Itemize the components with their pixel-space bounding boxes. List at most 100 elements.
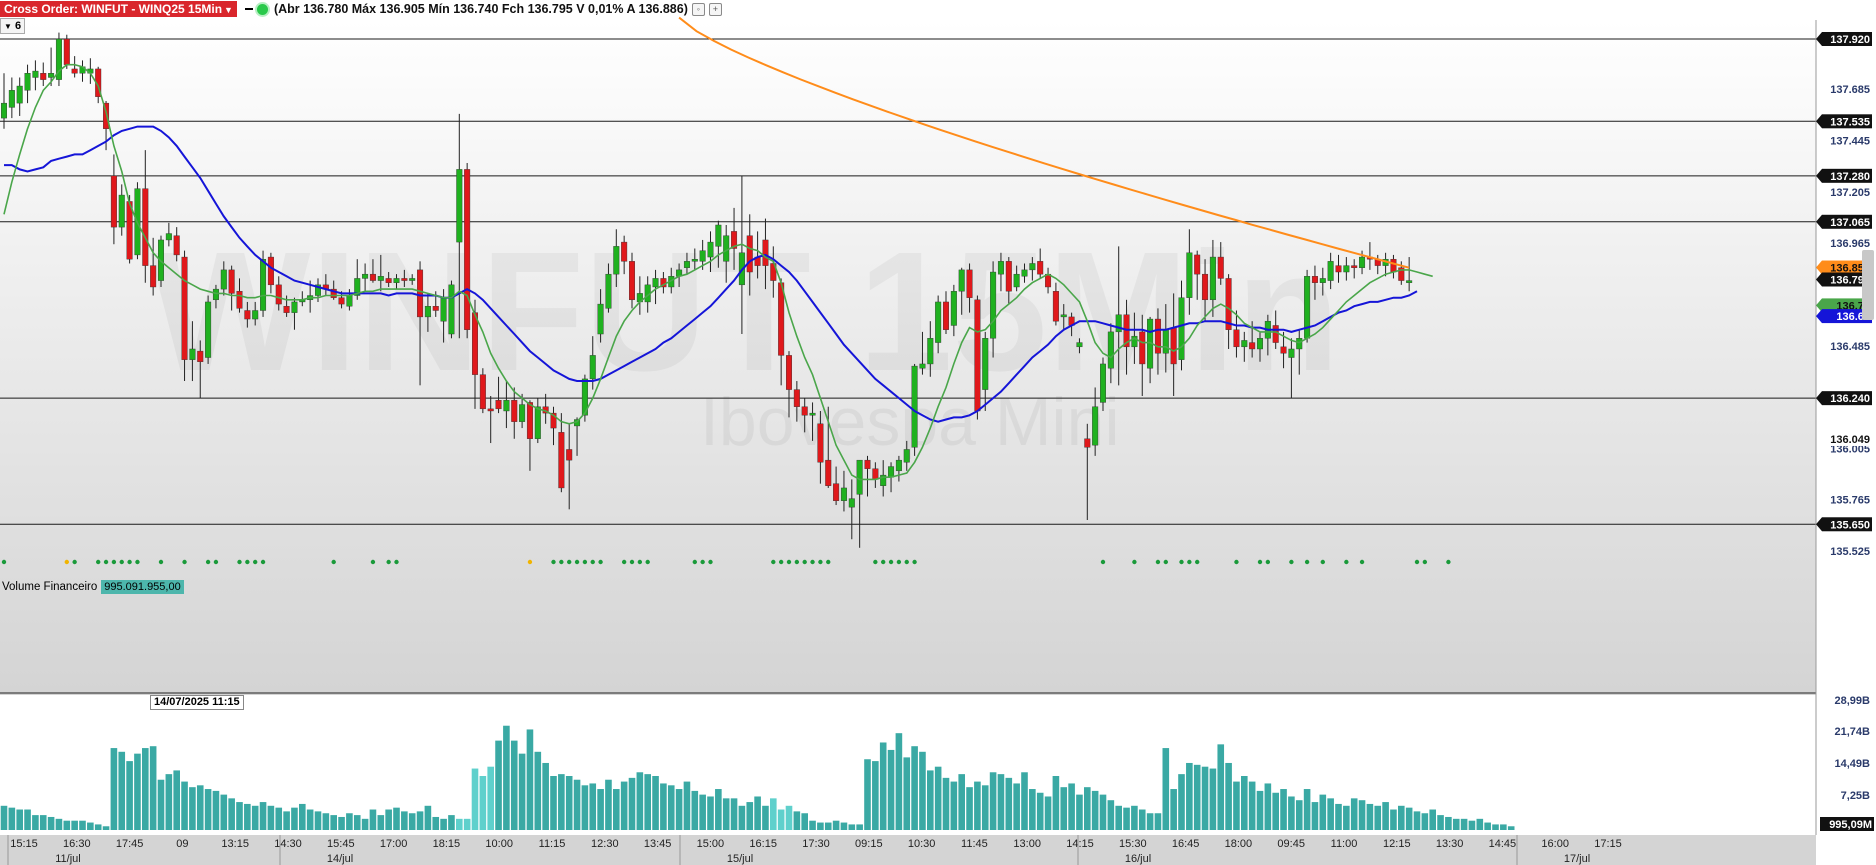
volume-bar <box>361 818 369 830</box>
price-badge: 137.920 <box>1816 32 1872 46</box>
volume-bar <box>1044 796 1052 830</box>
price-tick-label: 137.445 <box>1830 136 1870 148</box>
candle-up <box>589 355 596 380</box>
volume-bar <box>1303 789 1311 830</box>
volume-bar <box>8 807 16 830</box>
volume-bar <box>251 805 259 830</box>
candle-up <box>393 278 400 283</box>
candle-up <box>1256 338 1263 350</box>
volume-bar <box>1358 800 1366 830</box>
signal-dot <box>370 559 376 565</box>
volume-bar <box>87 822 94 830</box>
volume-bar <box>801 813 808 830</box>
time-label: 12:30 <box>591 838 619 850</box>
signal-dot <box>888 559 894 565</box>
volume-bar <box>32 815 39 830</box>
volume-bar <box>1280 789 1287 830</box>
signal-dot <box>1422 559 1428 565</box>
signal-dot <box>590 559 595 565</box>
candle-down <box>786 355 793 390</box>
candle-down <box>63 38 70 65</box>
volume-bar <box>1350 798 1358 830</box>
time-label: 18:15 <box>433 838 461 850</box>
candle-down <box>417 269 424 318</box>
volume-bar <box>1382 802 1389 830</box>
price-scrollbar[interactable] <box>1862 250 1874 320</box>
signal-dot <box>1320 559 1326 565</box>
volume-bar <box>1193 764 1201 830</box>
candle-up <box>605 273 612 309</box>
volume-bar <box>872 761 879 830</box>
volume-bar <box>981 785 989 830</box>
volume-bar <box>1264 783 1272 830</box>
volume-bar <box>558 774 565 830</box>
add-indicator-button[interactable]: + <box>708 2 722 16</box>
signal-dot <box>778 559 784 565</box>
volume-bar <box>1413 811 1421 830</box>
candle-down <box>150 265 157 288</box>
volume-bar <box>432 816 440 830</box>
signal-dot <box>637 559 643 565</box>
candle-down <box>1272 325 1279 343</box>
candle-up <box>1241 340 1248 348</box>
volume-bar <box>1335 803 1342 830</box>
badge-arrow <box>1816 391 1822 406</box>
candle-up <box>32 70 39 78</box>
volume-bar <box>1021 772 1028 830</box>
volume-bar <box>165 774 173 830</box>
volume-value-badge: 995.091.955,00 <box>101 580 184 594</box>
volume-bar <box>157 779 165 830</box>
volume-bar <box>1460 818 1468 830</box>
candle-up <box>597 303 604 335</box>
candle-up <box>935 301 942 343</box>
signal-dot <box>912 559 917 565</box>
collapse-icon[interactable] <box>244 8 253 10</box>
volume-bar <box>683 781 691 830</box>
signal-dot <box>771 559 776 565</box>
volume-bar <box>1272 792 1279 830</box>
volume-bar <box>1138 809 1146 830</box>
volume-bar <box>1476 818 1484 830</box>
volume-bar <box>644 774 651 830</box>
volume-bar <box>212 790 220 830</box>
time-label: 17:45 <box>116 838 144 850</box>
volume-bar <box>16 809 23 830</box>
volume-bar <box>934 766 942 830</box>
candle-up <box>48 73 55 78</box>
volume-bar <box>903 757 911 830</box>
candle-up <box>1076 342 1083 348</box>
volume-bar <box>204 789 212 830</box>
volume-bar <box>1507 826 1515 830</box>
price-chart[interactable]: WINFUT 15Min Ibovespa Mini 137.685137.44… <box>0 0 1876 865</box>
time-label: 15:45 <box>327 838 355 850</box>
candle-up <box>927 338 934 365</box>
volume-bar <box>0 805 8 830</box>
volume-bar <box>1146 813 1154 830</box>
period-dropdown[interactable]: ▼ 6 <box>0 18 26 34</box>
candle-up <box>1099 363 1106 403</box>
volume-bar <box>526 729 534 830</box>
settings-square-button[interactable]: ◦ <box>691 2 705 16</box>
volume-bar <box>738 805 746 830</box>
volume-bar <box>597 789 604 830</box>
candle-down <box>267 256 274 286</box>
volume-bar <box>762 805 769 830</box>
candle-up <box>8 90 15 108</box>
time-label: 10:00 <box>485 838 513 850</box>
candle-down <box>864 459 871 469</box>
candle-down <box>793 389 800 407</box>
volume-bar <box>1445 816 1452 830</box>
candle-down <box>236 291 243 309</box>
status-dot-icon <box>256 3 268 15</box>
volume-bar <box>1233 781 1240 830</box>
candle-up <box>1343 265 1350 273</box>
volume-bar <box>1295 800 1303 830</box>
time-label: 13:15 <box>221 838 249 850</box>
time-label: 13:45 <box>644 838 672 850</box>
signal-dot <box>1179 559 1184 565</box>
volume-bar <box>1217 744 1225 830</box>
cross-order-button[interactable]: Cross Order: WINFUT - WINQ25 15Min ▼ <box>0 1 237 17</box>
badge-arrow <box>1816 260 1822 275</box>
volume-bar <box>1405 807 1413 830</box>
volume-bar <box>1029 789 1036 830</box>
